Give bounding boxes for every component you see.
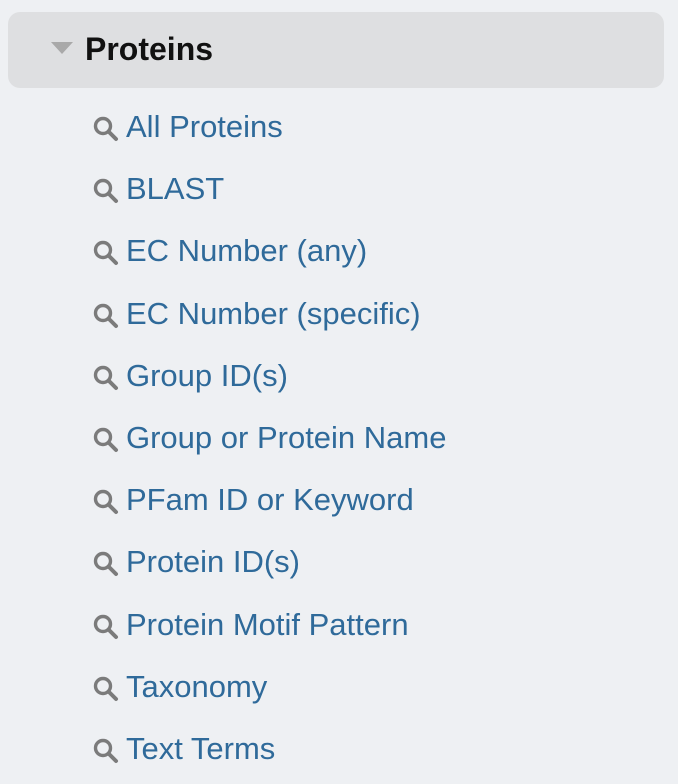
search-item-label[interactable]: Text Terms bbox=[126, 729, 275, 769]
search-icon bbox=[93, 303, 118, 328]
search-icon bbox=[93, 365, 118, 390]
search-icon bbox=[93, 178, 118, 204]
search-item-label[interactable]: Group ID(s) bbox=[126, 356, 288, 396]
search-icon bbox=[93, 489, 118, 515]
search-item-taxonomy[interactable]: Taxonomy bbox=[0, 656, 678, 718]
search-item-all-proteins[interactable]: All Proteins bbox=[0, 96, 678, 158]
caret-down-icon[interactable] bbox=[51, 42, 73, 54]
search-item-blast[interactable]: BLAST bbox=[0, 158, 678, 220]
search-item-ec-number-any[interactable]: EC Number (any) bbox=[0, 220, 678, 282]
search-item-label[interactable]: Group or Protein Name bbox=[126, 418, 446, 458]
search-item-label[interactable]: Protein Motif Pattern bbox=[126, 605, 409, 645]
search-item-pfam-id-or-keyword[interactable]: PFam ID or Keyword bbox=[0, 469, 678, 531]
search-category-panel: Proteins All Proteins BLAST EC Number (a… bbox=[0, 0, 678, 784]
search-item-label[interactable]: Taxonomy bbox=[126, 667, 267, 707]
search-list: All Proteins BLAST EC Number (any) EC Nu… bbox=[0, 96, 678, 780]
search-icon bbox=[93, 738, 118, 763]
search-item-label[interactable]: All Proteins bbox=[126, 107, 283, 147]
search-item-protein-ids[interactable]: Protein ID(s) bbox=[0, 531, 678, 593]
search-item-group-ids[interactable]: Group ID(s) bbox=[0, 345, 678, 407]
search-item-ec-number-specific[interactable]: EC Number (specific) bbox=[0, 283, 678, 345]
search-icon bbox=[93, 614, 118, 639]
search-icon bbox=[93, 116, 118, 141]
search-item-protein-motif-pattern[interactable]: Protein Motif Pattern bbox=[0, 594, 678, 656]
section-title: Proteins bbox=[85, 31, 214, 67]
search-item-label[interactable]: EC Number (specific) bbox=[126, 294, 421, 334]
search-item-text-terms[interactable]: Text Terms bbox=[0, 718, 678, 780]
search-item-label[interactable]: BLAST bbox=[126, 169, 224, 209]
search-item-group-or-protein-name[interactable]: Group or Protein Name bbox=[0, 407, 678, 469]
search-icon bbox=[93, 241, 118, 266]
search-item-label[interactable]: Protein ID(s) bbox=[126, 542, 300, 582]
search-item-label[interactable]: EC Number (any) bbox=[126, 231, 367, 271]
search-icon bbox=[93, 676, 118, 701]
section-header-proteins[interactable]: Proteins bbox=[8, 12, 664, 88]
search-item-label[interactable]: PFam ID or Keyword bbox=[126, 480, 414, 520]
search-icon bbox=[93, 427, 118, 452]
search-icon bbox=[93, 552, 118, 577]
